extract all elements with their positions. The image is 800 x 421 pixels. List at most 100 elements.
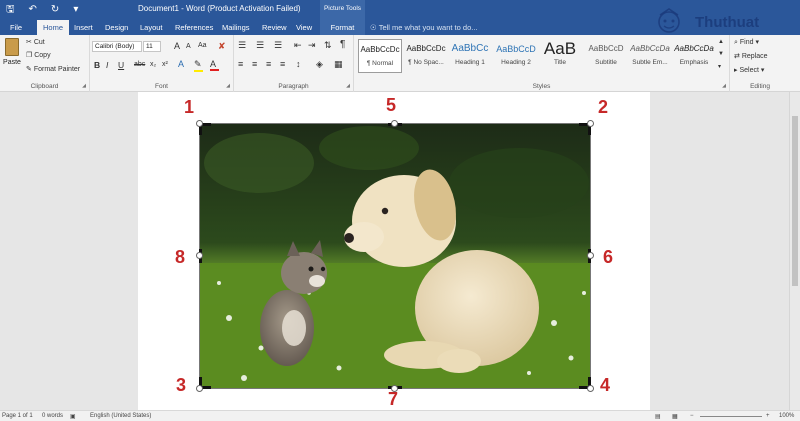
font-size-select[interactable]: 11 [143,41,161,52]
resize-handle-top-right[interactable] [587,120,594,127]
zoom-level[interactable]: 100% [779,413,794,419]
lightbulb-icon: ☉ [370,23,377,32]
decrease-indent-icon[interactable]: ⇤ [294,40,302,51]
redo-icon[interactable]: ↻ [51,3,59,17]
line-spacing-icon[interactable]: ↕ [296,59,301,69]
select-icon: ▸ [734,67,738,74]
copy-icon: ❐ [26,52,33,59]
resize-handle-right[interactable] [587,252,594,259]
tab-file[interactable]: File [10,23,22,32]
tab-insert[interactable]: Insert [74,23,93,32]
annotation-number-6: 6 [603,247,614,267]
borders-icon[interactable]: ▦ [334,59,343,70]
align-right-icon[interactable]: ≡ [266,59,271,69]
vertical-scrollbar[interactable] [789,92,800,410]
cut-button[interactable]: ✂ Cut [26,38,45,46]
shrink-font-button[interactable]: A [186,43,191,50]
italic-button[interactable]: I [106,60,108,70]
save-icon[interactable]: 🖫 [6,3,15,17]
tab-home[interactable]: Home [37,20,70,35]
font-color-icon[interactable]: A [210,59,219,71]
word-count[interactable]: 0 words [42,413,63,419]
clipboard-icon [5,38,19,56]
superscript-button[interactable]: x² [162,61,168,68]
tab-layout[interactable]: Layout [140,23,163,32]
customize-toolbar-icon[interactable]: ▾ [73,3,78,17]
justify-icon[interactable]: ≡ [280,59,285,69]
bold-button[interactable]: B [94,60,100,70]
paragraph-label: Paragraph [278,83,309,90]
clipboard-group: Paste ✂ Cut ❐ Copy ✎ Format Painter Clip… [0,35,90,92]
resize-handle-top[interactable] [391,120,398,127]
puppy-kitten-photo [199,123,591,389]
page-count[interactable]: Page 1 of 1 [2,413,33,419]
align-left-icon[interactable]: ≡ [238,59,243,69]
styles-group: AaBbCcDc ¶ Normal AaBbCcDc ¶ No Spac... … [354,35,730,92]
font-launcher-icon[interactable]: ◢ [226,83,230,89]
watermark-text: Thuthuat [695,14,760,31]
underline-button[interactable]: U [118,60,124,70]
strikethrough-button[interactable]: abc [134,61,145,68]
subscript-button[interactable]: x₂ [150,61,156,68]
resize-handle-bottom-left[interactable] [196,385,203,392]
tab-review[interactable]: Review [262,23,287,32]
scrollbar-thumb[interactable] [792,116,798,286]
annotation-number-1: 1 [184,97,195,117]
style-subtle-emphasis[interactable]: AaBbCcDa Subtle Em... [628,39,672,73]
align-center-icon[interactable]: ≡ [252,59,257,69]
styles-scroll-up-icon[interactable]: ▲ [718,39,724,45]
zoom-in-icon[interactable]: + [766,413,770,419]
numbering-icon[interactable]: ☰ [256,40,264,51]
styles-scroll-down-icon[interactable]: ▼ [718,51,724,57]
highlight-icon[interactable]: ✎ [194,59,203,72]
shading-icon[interactable]: ◈ [316,59,323,70]
multilevel-list-icon[interactable]: ☰ [274,40,282,51]
clipboard-launcher-icon[interactable]: ◢ [82,83,86,89]
tab-mailings[interactable]: Mailings [222,23,250,32]
bullets-icon[interactable]: ☰ [238,40,246,51]
paragraph-launcher-icon[interactable]: ◢ [346,83,350,89]
find-button[interactable]: ⌕ Find ▾ [734,38,759,47]
style-title[interactable]: AaB Title [538,39,582,73]
styles-launcher-icon[interactable]: ◢ [722,83,726,89]
resize-handle-left[interactable] [196,252,203,259]
proofing-icon[interactable]: ▣ [70,413,76,420]
format-painter-button[interactable]: ✎ Format Painter [26,65,80,73]
print-layout-icon[interactable]: ▦ [672,413,678,420]
select-button[interactable]: ▸ Select ▾ [734,66,764,74]
zoom-slider[interactable] [700,416,762,417]
copy-button[interactable]: ❐ Copy [26,51,51,59]
replace-button[interactable]: ⇄ Replace [734,52,768,60]
show-formatting-button[interactable]: ¶ [340,39,345,50]
resize-handle-top-left[interactable] [196,120,203,127]
annotation-number-4: 4 [600,375,611,395]
grow-font-button[interactable]: A [174,41,180,51]
resize-handle-bottom-right[interactable] [587,385,594,392]
style-normal[interactable]: AaBbCcDc ¶ Normal [358,39,402,73]
read-mode-icon[interactable]: ▤ [655,413,661,420]
paste-button[interactable]: Paste [2,38,22,78]
change-case-button[interactable]: Aa [198,42,207,49]
brush-icon: ✎ [26,66,32,73]
undo-icon[interactable]: ↶ [29,3,37,17]
language-indicator[interactable]: English (United States) [90,413,151,419]
tab-design[interactable]: Design [105,23,128,32]
zoom-out-icon[interactable]: − [690,413,694,419]
font-family-select[interactable]: Calibri (Body) [92,41,142,52]
style-no-spacing[interactable]: AaBbCcDc ¶ No Spac... [404,39,448,73]
tell-me-search[interactable]: ☉ Tell me what you want to do... [370,23,478,32]
tab-format[interactable]: Format [320,20,365,35]
sort-icon[interactable]: ⇅ [324,40,332,51]
style-heading-2[interactable]: AaBbCcD Heading 2 [494,39,538,73]
styles-more-icon[interactable]: ▾ [718,63,721,70]
selected-picture[interactable] [199,123,591,389]
tab-view[interactable]: View [296,23,312,32]
style-heading-1[interactable]: AaBbCc Heading 1 [448,39,492,73]
style-subtitle[interactable]: AaBbCcD Subtitle [584,39,628,73]
increase-indent-icon[interactable]: ⇥ [308,40,316,51]
tab-references[interactable]: References [175,23,213,32]
annotation-number-5: 5 [386,95,397,115]
text-effects-icon[interactable]: A [178,59,184,69]
clear-formatting-icon[interactable]: ✘ [218,41,226,52]
style-emphasis[interactable]: AaBbCcDa Emphasis [672,39,716,73]
